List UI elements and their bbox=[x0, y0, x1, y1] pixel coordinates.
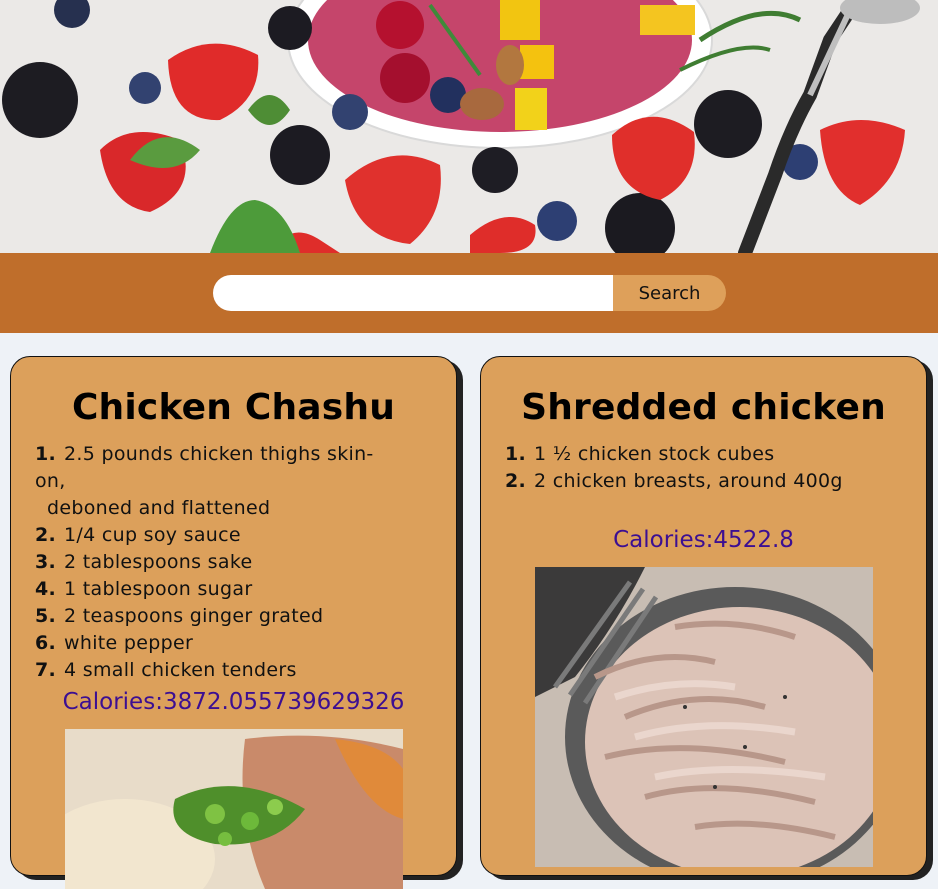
recipe-card[interactable]: Shredded chicken 1. 1 ½ chicken stock cub… bbox=[480, 356, 927, 876]
ingredient-list: 1. 2.5 pounds chicken thighs skin-on, debo… bbox=[35, 441, 396, 684]
hero-banner-image bbox=[0, 0, 938, 253]
recipe-photo bbox=[535, 567, 873, 867]
calories-label: Calories:3872.055739629326 bbox=[62, 689, 405, 715]
ingredient-item: 1. 1 ½ chicken stock cubes bbox=[505, 443, 775, 465]
ingredient-list: 1. 1 ½ chicken stock cubes 2. 2 chicken br… bbox=[505, 441, 866, 495]
search-bar-band: Search bbox=[0, 253, 938, 333]
recipe-title: Chicken Chashu bbox=[71, 387, 396, 428]
ingredient-item: 7. 4 small chicken tenders bbox=[35, 659, 297, 681]
recipe-card[interactable]: Chicken Chashu 1. 2.5 pounds chicken thig… bbox=[10, 356, 457, 889]
ingredient-item: 1. 2.5 pounds chicken thighs skin-on, debo… bbox=[35, 443, 374, 519]
recipe-photo bbox=[65, 729, 403, 889]
recipe-title: Shredded chicken bbox=[521, 387, 886, 428]
ingredient-item: 2. 1/4 cup soy sauce bbox=[35, 524, 241, 546]
calories-label: Calories:4522.8 bbox=[613, 527, 794, 553]
ingredient-item: 2. 2 chicken breasts, around 400g bbox=[505, 470, 843, 492]
ingredient-item: 6. white pepper bbox=[35, 632, 194, 654]
search-button[interactable]: Search bbox=[613, 275, 726, 311]
ingredient-item: 3. 2 tablespoons sake bbox=[35, 551, 253, 573]
ingredient-item: 5. 2 teaspoons ginger grated bbox=[35, 605, 324, 627]
ingredient-item: 4. 1 tablespoon sugar bbox=[35, 578, 253, 600]
search-input[interactable] bbox=[213, 275, 613, 311]
